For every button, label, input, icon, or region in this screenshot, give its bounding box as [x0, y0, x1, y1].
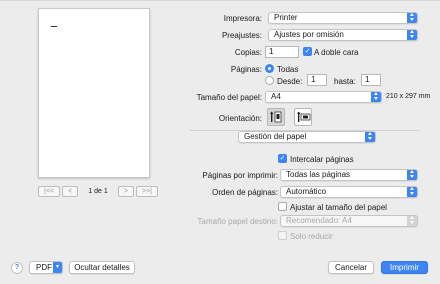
previous-page-icon: < — [67, 188, 73, 195]
pages-label: Páginas: — [230, 65, 262, 74]
scale-down-checkbox[interactable] — [278, 231, 287, 240]
portrait-icon — [270, 111, 282, 123]
help-button[interactable]: ? — [11, 262, 23, 274]
pages-to-print-label: Páginas por imprimir: — [202, 171, 278, 180]
portrait-orientation-button[interactable] — [267, 108, 285, 126]
chevron-up-down-icon: ▴ ▾ — [407, 215, 417, 226]
help-icon: ? — [14, 264, 20, 271]
first-page-icon: |<< — [44, 188, 54, 195]
presets-value: Ajustes por omisión — [274, 30, 344, 39]
dest-paper-label: Tamaño papel destino: — [197, 217, 279, 226]
pdf-menu-button[interactable]: PDF ▾ — [29, 261, 63, 274]
copies-input[interactable]: 1 — [265, 46, 299, 58]
dest-paper-value: Recomendado: A4 — [286, 216, 352, 225]
printer-select[interactable]: Printer ▴ ▾ — [268, 12, 418, 24]
copies-label: Copias: — [234, 48, 262, 57]
scale-down-label: Solo reducir — [290, 232, 333, 241]
copies-value: 1 — [269, 47, 274, 56]
dest-paper-select[interactable]: Recomendado: A4 ▴ ▾ — [280, 215, 418, 227]
duplex-checkbox[interactable]: ✓ — [303, 47, 312, 56]
printer-label: Impresora: — [223, 14, 262, 23]
cancel-button[interactable]: Cancelar — [328, 261, 374, 274]
paper-size-value: A4 — [271, 92, 281, 101]
scale-to-fit-label: Ajustar al tamaño del papel — [290, 203, 387, 212]
collate-label: Intercalar páginas — [290, 155, 354, 164]
landscape-orientation-button[interactable] — [294, 108, 312, 126]
preview-content-mark — [51, 26, 57, 27]
window-top-edge — [0, 0, 440, 1]
collate-checkbox[interactable]: ✓ — [278, 154, 287, 163]
section-value: Gestión del papel — [244, 132, 307, 141]
page-order-value: Automático — [286, 187, 327, 196]
duplex-label: A doble cara — [314, 48, 359, 57]
landscape-icon — [297, 111, 311, 122]
print-button[interactable]: Imprimir — [381, 261, 428, 274]
page-order-select[interactable]: Automático ▴ ▾ — [280, 186, 418, 198]
orientation-label: Orientación: — [218, 114, 262, 123]
pages-to-label: hasta: — [334, 77, 356, 86]
pages-to-value: 1 — [365, 75, 370, 84]
presets-select[interactable]: Ajustes por omisión ▴ ▾ — [268, 29, 418, 41]
chevron-up-down-icon: ▴ ▾ — [371, 91, 381, 102]
pages-all-radio[interactable] — [265, 64, 274, 73]
pages-to-input[interactable]: 1 — [361, 74, 381, 86]
chevron-up-down-icon: ▴ ▾ — [407, 169, 417, 180]
pages-all-label: Todas — [277, 65, 299, 74]
next-page-icon: > — [123, 188, 129, 195]
page-order-label: Orden de páginas: — [212, 188, 278, 197]
pages-from-value: 1 — [311, 75, 316, 84]
pages-to-print-value: Todas las páginas — [286, 170, 351, 179]
print-preview-page — [38, 8, 150, 178]
chevron-up-down-icon: ▴ ▾ — [407, 29, 417, 40]
presets-label: Preajustes: — [221, 31, 262, 40]
first-page-button[interactable]: |<< — [38, 186, 60, 197]
pages-range-radio[interactable] — [265, 76, 274, 85]
paper-dimensions: 210 x 297 mm — [386, 93, 431, 100]
chevron-up-down-icon: ▴ ▾ — [407, 186, 417, 197]
hide-details-button[interactable]: Ocultar detalles — [69, 261, 135, 274]
next-page-button[interactable]: > — [118, 186, 134, 197]
printer-value: Printer — [274, 13, 298, 22]
paper-size-label: Tamaño del papel: — [196, 93, 262, 102]
page-indicator: 1 de 1 — [88, 188, 108, 195]
chevron-down-icon: ▾ — [53, 262, 62, 273]
pdf-label: PDF — [36, 263, 52, 272]
chevron-up-down-icon: ▴ ▾ — [365, 131, 375, 142]
previous-page-button[interactable]: < — [62, 186, 78, 197]
last-page-icon: >>| — [142, 188, 152, 195]
scale-to-fit-checkbox[interactable] — [278, 202, 287, 211]
pages-from-input[interactable]: 1 — [307, 74, 327, 86]
pages-to-print-select[interactable]: Todas las páginas ▴ ▾ — [280, 169, 418, 181]
pages-from-label: Desde: — [277, 77, 303, 86]
last-page-button[interactable]: >>| — [136, 186, 158, 197]
paper-size-select[interactable]: A4 ▴ ▾ — [265, 91, 382, 103]
section-select[interactable]: Gestión del papel ▴ ▾ — [238, 131, 376, 143]
chevron-up-down-icon: ▴ ▾ — [407, 12, 417, 23]
